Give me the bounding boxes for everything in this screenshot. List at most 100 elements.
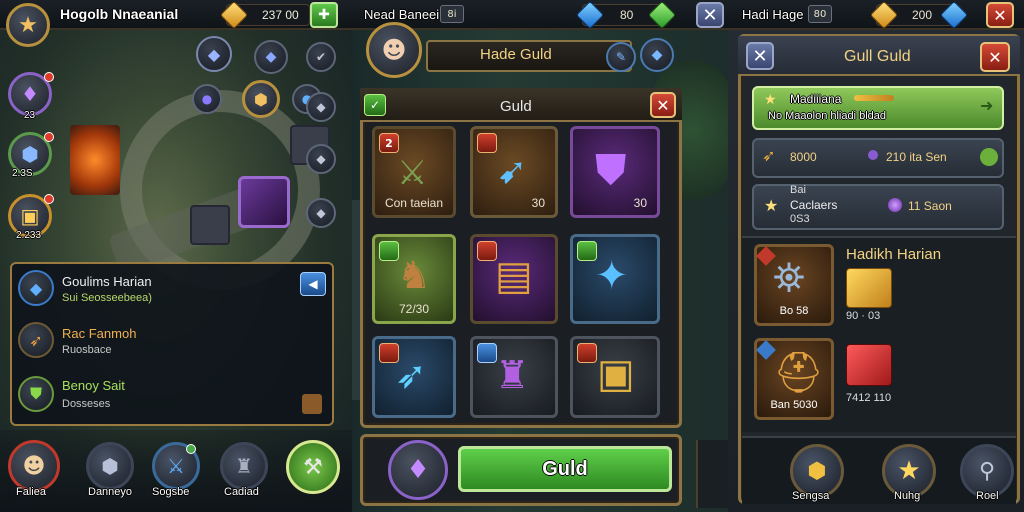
notification-dot <box>44 194 54 204</box>
slot-label: 30 <box>633 196 647 210</box>
gem-node[interactable]: ◆ <box>640 38 674 72</box>
notification-dot <box>44 132 54 142</box>
feather-icon: ➶ <box>762 146 776 165</box>
slot-label: 72/30 <box>398 302 430 316</box>
guild-shop-panel: Nead Baneei 8i 80 ✕ ☻ Hade Guld ✎ ◆ ✓ Gu… <box>352 0 728 512</box>
battle-button[interactable]: ⚒ <box>286 440 340 494</box>
catapult-icon: ♜ <box>495 353 530 397</box>
add-gold-button[interactable]: ✚ <box>310 2 338 28</box>
feather-icon: ➶ <box>29 330 43 350</box>
scroll-icon[interactable] <box>302 394 322 414</box>
lava-pillar[interactable] <box>70 125 120 195</box>
reward-slot[interactable]: ⛑ Ban 5030 <box>754 338 834 420</box>
map-node[interactable]: ◆ <box>306 198 336 228</box>
close-button[interactable]: ✕ <box>696 2 724 28</box>
shop-slot[interactable]: ✦ <box>570 234 660 324</box>
close-button[interactable]: ✕ <box>986 2 1014 28</box>
crystal-icon: ♦ <box>406 455 430 485</box>
player-avatar[interactable]: ☻ <box>366 22 422 78</box>
check-button[interactable]: ✓ <box>364 94 386 116</box>
treasure-chest[interactable] <box>238 176 290 228</box>
reward-slot[interactable]: ⛯ Bo 58 <box>754 244 834 326</box>
shop-slot[interactable]: ▣ <box>570 336 660 418</box>
hero-portrait-icon: ☻ <box>381 36 407 64</box>
tower-icon: ♜ <box>235 454 253 478</box>
map-node[interactable]: ◆ <box>254 40 288 74</box>
player-avatar[interactable]: ★ <box>6 3 50 47</box>
hero-portrait-icon: ☻ <box>22 453 46 479</box>
map-node[interactable]: ◆ <box>306 144 336 174</box>
back-button[interactable]: ✕ <box>746 42 774 70</box>
shop-slot[interactable]: ➹ 30 <box>470 126 558 218</box>
nav-label: Danneyo <box>88 486 133 498</box>
orb-label: 2.3S <box>12 168 33 179</box>
bow-icon: ➶ <box>395 353 427 397</box>
shop-slot[interactable]: ➶ <box>372 336 456 418</box>
scroll-icon: ▤ <box>495 253 533 299</box>
reward-label: Ban 5030 <box>770 399 818 411</box>
sword-icon <box>854 95 894 101</box>
nav-label: Nuhg <box>894 490 921 502</box>
nav-button[interactable]: ♜ <box>220 442 268 490</box>
reward-label: 90 · 03 <box>846 310 881 322</box>
player-name: Hogolb Nnaeanial <box>60 6 179 22</box>
item-preview[interactable]: ♦ <box>388 440 448 500</box>
gold-amount: 200 <box>912 8 933 22</box>
shield-icon: ⛊ <box>29 384 42 403</box>
side-edge <box>696 440 728 508</box>
frame-close-button[interactable]: ✕ <box>980 42 1010 72</box>
spear-icon: ➹ <box>497 151 528 192</box>
slot-badge <box>477 241 497 261</box>
crystal-icon: ◆ <box>29 278 43 298</box>
stone-block <box>190 205 230 245</box>
chest-icon: ▣ <box>20 204 40 228</box>
slot-badge <box>477 133 497 153</box>
map-node[interactable]: ◆ <box>306 92 336 122</box>
list-item-icon[interactable]: ◆ <box>18 270 54 306</box>
crossbow-icon: ✦ <box>595 253 629 299</box>
guild-action-button[interactable]: Guld <box>458 446 672 492</box>
shop-slot[interactable]: ⛊ 30 <box>570 126 660 218</box>
map-node[interactable]: ◆ <box>196 36 232 72</box>
shop-slot[interactable]: ♞ 72/30 <box>372 234 456 324</box>
shop-slot[interactable]: ▤ <box>470 234 558 324</box>
nav-label: Cadiad <box>224 486 259 498</box>
player-name: Hadi Hage <box>742 7 804 22</box>
map-node[interactable]: ✔ <box>306 42 336 72</box>
arrow-right-icon: ➜ <box>980 96 994 115</box>
guild-action-label: Guld <box>542 457 588 480</box>
row-extra: 0S3 <box>790 213 810 225</box>
row-value-right: 11 Saon <box>908 199 952 213</box>
list-item-subtitle: Dosseses <box>62 398 111 410</box>
hero-avatar[interactable]: ☻ <box>8 440 60 492</box>
gem-dot <box>868 150 878 160</box>
crystal-icon <box>888 198 902 212</box>
list-item-subtitle: Ruosbace <box>62 344 112 356</box>
slot-badge: 2 <box>379 133 399 153</box>
info-button[interactable]: ◀ <box>300 272 326 296</box>
list-item-icon[interactable]: ➶ <box>18 322 54 358</box>
notification-dot <box>44 72 54 82</box>
list-item-title: Goulims Harian <box>62 274 152 289</box>
sword-icon: ⚔ <box>167 454 185 478</box>
info-button[interactable]: ✎ <box>606 42 636 72</box>
slot-badge <box>577 241 597 261</box>
map-node[interactable]: ● <box>192 84 222 114</box>
map-node-gold[interactable]: ⬢ <box>242 80 280 118</box>
gem-icon: ⬢ <box>807 458 827 484</box>
cannon-icon: ⚔ <box>397 153 428 193</box>
shop-title: Hade Guld <box>480 46 552 63</box>
nav-button[interactable]: ⬢ <box>86 442 134 490</box>
notification-dot <box>186 444 196 454</box>
crystal-icon: ♦ <box>21 82 39 106</box>
list-item-icon[interactable]: ⛊ <box>18 376 54 412</box>
shop-slot[interactable]: ♜ <box>470 336 558 418</box>
helmet-icon: ⛑ <box>773 350 824 396</box>
list-item-title: Rac Fanmoh <box>62 326 137 341</box>
nav-label: Sengsa <box>792 490 830 502</box>
dialog-title: Guld <box>500 98 532 115</box>
list-item-subtitle: Sui Seosseebeea) <box>62 292 152 304</box>
shop-slot[interactable]: 2 ⚔ Con taeian <box>372 126 456 218</box>
dialog-close-button[interactable]: ✕ <box>650 92 676 118</box>
slot-badge <box>379 241 399 261</box>
